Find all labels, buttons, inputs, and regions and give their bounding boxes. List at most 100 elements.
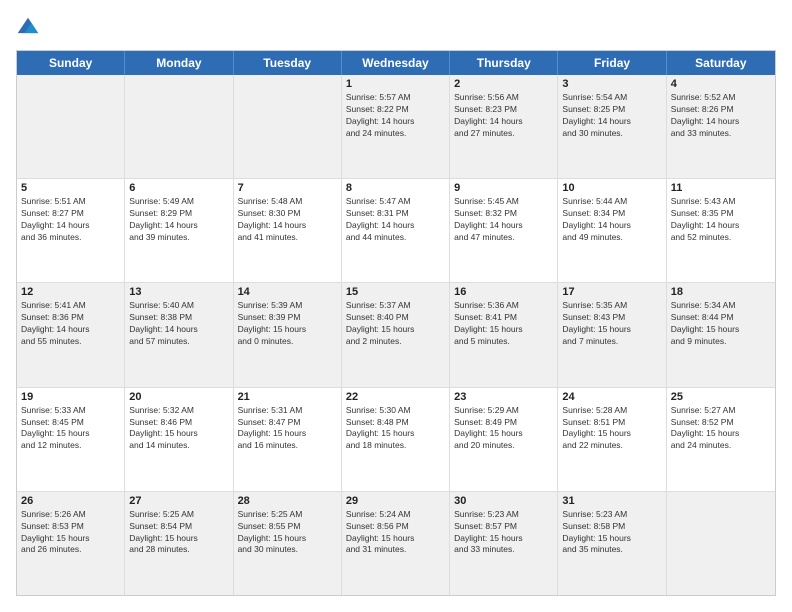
day-info: Sunrise: 5:48 AM Sunset: 8:30 PM Dayligh… xyxy=(238,196,337,244)
day-info: Sunrise: 5:43 AM Sunset: 8:35 PM Dayligh… xyxy=(671,196,771,244)
calendar-row-3: 19 Sunrise: 5:33 AM Sunset: 8:45 PM Dayli… xyxy=(17,387,775,491)
calendar-cell-row0-col6: 4 Sunrise: 5:52 AM Sunset: 8:26 PM Daylig… xyxy=(667,75,775,178)
day-info: Sunrise: 5:52 AM Sunset: 8:26 PM Dayligh… xyxy=(671,92,771,140)
day-info: Sunrise: 5:41 AM Sunset: 8:36 PM Dayligh… xyxy=(21,300,120,348)
day-number: 24 xyxy=(562,391,661,403)
day-number: 11 xyxy=(671,182,771,194)
day-info: Sunrise: 5:25 AM Sunset: 8:55 PM Dayligh… xyxy=(238,509,337,557)
logo-icon xyxy=(16,16,40,40)
day-number: 16 xyxy=(454,286,553,298)
day-info: Sunrise: 5:47 AM Sunset: 8:31 PM Dayligh… xyxy=(346,196,445,244)
day-number: 26 xyxy=(21,495,120,507)
day-info: Sunrise: 5:23 AM Sunset: 8:58 PM Dayligh… xyxy=(562,509,661,557)
calendar-cell-row3-col3: 22 Sunrise: 5:30 AM Sunset: 8:48 PM Dayli… xyxy=(342,388,450,491)
weekday-header-wednesday: Wednesday xyxy=(342,51,450,75)
day-number: 27 xyxy=(129,495,228,507)
day-info: Sunrise: 5:28 AM Sunset: 8:51 PM Dayligh… xyxy=(562,405,661,453)
weekday-header-saturday: Saturday xyxy=(667,51,775,75)
day-number: 12 xyxy=(21,286,120,298)
calendar-cell-row2-col3: 15 Sunrise: 5:37 AM Sunset: 8:40 PM Dayli… xyxy=(342,283,450,386)
day-info: Sunrise: 5:33 AM Sunset: 8:45 PM Dayligh… xyxy=(21,405,120,453)
day-number: 13 xyxy=(129,286,228,298)
day-number: 1 xyxy=(346,78,445,90)
day-info: Sunrise: 5:54 AM Sunset: 8:25 PM Dayligh… xyxy=(562,92,661,140)
weekday-header-sunday: Sunday xyxy=(17,51,125,75)
day-info: Sunrise: 5:49 AM Sunset: 8:29 PM Dayligh… xyxy=(129,196,228,244)
day-number: 19 xyxy=(21,391,120,403)
calendar-cell-row4-col1: 27 Sunrise: 5:25 AM Sunset: 8:54 PM Dayli… xyxy=(125,492,233,595)
day-number: 4 xyxy=(671,78,771,90)
calendar-cell-row2-col2: 14 Sunrise: 5:39 AM Sunset: 8:39 PM Dayli… xyxy=(234,283,342,386)
calendar-cell-row4-col2: 28Sunrise: 5:25 AM Sunset: 8:55 PM Dayli… xyxy=(234,492,342,595)
calendar-cell-row2-col4: 16 Sunrise: 5:36 AM Sunset: 8:41 PM Dayli… xyxy=(450,283,558,386)
calendar-cell-row3-col2: 21 Sunrise: 5:31 AM Sunset: 8:47 PM Dayli… xyxy=(234,388,342,491)
calendar-cell-row3-col4: 23 Sunrise: 5:29 AM Sunset: 8:49 PM Dayli… xyxy=(450,388,558,491)
calendar-cell-row1-col1: 6 Sunrise: 5:49 AM Sunset: 8:29 PM Daylig… xyxy=(125,179,233,282)
calendar: SundayMondayTuesdayWednesdayThursdayFrid… xyxy=(16,50,776,596)
day-info: Sunrise: 5:34 AM Sunset: 8:44 PM Dayligh… xyxy=(671,300,771,348)
day-number: 30 xyxy=(454,495,553,507)
day-number: 7 xyxy=(238,182,337,194)
calendar-header: SundayMondayTuesdayWednesdayThursdayFrid… xyxy=(17,51,775,75)
calendar-cell-row0-col2 xyxy=(234,75,342,178)
day-number: 22 xyxy=(346,391,445,403)
day-info: Sunrise: 5:30 AM Sunset: 8:48 PM Dayligh… xyxy=(346,405,445,453)
day-number: 8 xyxy=(346,182,445,194)
day-number: 23 xyxy=(454,391,553,403)
calendar-cell-row0-col5: 3 Sunrise: 5:54 AM Sunset: 8:25 PM Daylig… xyxy=(558,75,666,178)
day-number: 3 xyxy=(562,78,661,90)
calendar-cell-row1-col0: 5Sunrise: 5:51 AM Sunset: 8:27 PM Daylig… xyxy=(17,179,125,282)
calendar-cell-row0-col1 xyxy=(125,75,233,178)
calendar-cell-row0-col3: 1 Sunrise: 5:57 AM Sunset: 8:22 PM Daylig… xyxy=(342,75,450,178)
calendar-cell-row1-col6: 11 Sunrise: 5:43 AM Sunset: 8:35 PM Dayli… xyxy=(667,179,775,282)
calendar-cell-row2-col5: 17Sunrise: 5:35 AM Sunset: 8:43 PM Dayli… xyxy=(558,283,666,386)
day-number: 25 xyxy=(671,391,771,403)
calendar-cell-row4-col3: 29Sunrise: 5:24 AM Sunset: 8:56 PM Dayli… xyxy=(342,492,450,595)
day-info: Sunrise: 5:25 AM Sunset: 8:54 PM Dayligh… xyxy=(129,509,228,557)
day-number: 20 xyxy=(129,391,228,403)
weekday-header-friday: Friday xyxy=(558,51,666,75)
day-info: Sunrise: 5:29 AM Sunset: 8:49 PM Dayligh… xyxy=(454,405,553,453)
weekday-header-monday: Monday xyxy=(125,51,233,75)
day-info: Sunrise: 5:40 AM Sunset: 8:38 PM Dayligh… xyxy=(129,300,228,348)
calendar-cell-row2-col0: 12 Sunrise: 5:41 AM Sunset: 8:36 PM Dayli… xyxy=(17,283,125,386)
calendar-row-4: 26 Sunrise: 5:26 AM Sunset: 8:53 PM Dayli… xyxy=(17,491,775,595)
day-info: Sunrise: 5:37 AM Sunset: 8:40 PM Dayligh… xyxy=(346,300,445,348)
calendar-cell-row2-col6: 18 Sunrise: 5:34 AM Sunset: 8:44 PM Dayli… xyxy=(667,283,775,386)
calendar-cell-row1-col4: 9Sunrise: 5:45 AM Sunset: 8:32 PM Daylig… xyxy=(450,179,558,282)
calendar-cell-row1-col5: 10Sunrise: 5:44 AM Sunset: 8:34 PM Dayli… xyxy=(558,179,666,282)
calendar-cell-row3-col5: 24 Sunrise: 5:28 AM Sunset: 8:51 PM Dayli… xyxy=(558,388,666,491)
day-info: Sunrise: 5:27 AM Sunset: 8:52 PM Dayligh… xyxy=(671,405,771,453)
calendar-cell-row4-col0: 26 Sunrise: 5:26 AM Sunset: 8:53 PM Dayli… xyxy=(17,492,125,595)
calendar-cell-row4-col4: 30Sunrise: 5:23 AM Sunset: 8:57 PM Dayli… xyxy=(450,492,558,595)
day-info: Sunrise: 5:24 AM Sunset: 8:56 PM Dayligh… xyxy=(346,509,445,557)
calendar-cell-row4-col6 xyxy=(667,492,775,595)
day-info: Sunrise: 5:36 AM Sunset: 8:41 PM Dayligh… xyxy=(454,300,553,348)
calendar-row-0: 1 Sunrise: 5:57 AM Sunset: 8:22 PM Daylig… xyxy=(17,75,775,178)
day-info: Sunrise: 5:44 AM Sunset: 8:34 PM Dayligh… xyxy=(562,196,661,244)
day-info: Sunrise: 5:45 AM Sunset: 8:32 PM Dayligh… xyxy=(454,196,553,244)
calendar-cell-row0-col4: 2 Sunrise: 5:56 AM Sunset: 8:23 PM Daylig… xyxy=(450,75,558,178)
day-info: Sunrise: 5:26 AM Sunset: 8:53 PM Dayligh… xyxy=(21,509,120,557)
day-number: 17 xyxy=(562,286,661,298)
calendar-cell-row3-col6: 25 Sunrise: 5:27 AM Sunset: 8:52 PM Dayli… xyxy=(667,388,775,491)
day-number: 6 xyxy=(129,182,228,194)
calendar-cell-row3-col1: 20 Sunrise: 5:32 AM Sunset: 8:46 PM Dayli… xyxy=(125,388,233,491)
day-info: Sunrise: 5:32 AM Sunset: 8:46 PM Dayligh… xyxy=(129,405,228,453)
day-number: 5 xyxy=(21,182,120,194)
day-info: Sunrise: 5:39 AM Sunset: 8:39 PM Dayligh… xyxy=(238,300,337,348)
page: SundayMondayTuesdayWednesdayThursdayFrid… xyxy=(0,0,792,612)
day-info: Sunrise: 5:56 AM Sunset: 8:23 PM Dayligh… xyxy=(454,92,553,140)
day-number: 2 xyxy=(454,78,553,90)
day-number: 14 xyxy=(238,286,337,298)
day-number: 15 xyxy=(346,286,445,298)
logo xyxy=(16,16,44,40)
calendar-cell-row1-col3: 8 Sunrise: 5:47 AM Sunset: 8:31 PM Daylig… xyxy=(342,179,450,282)
calendar-cell-row1-col2: 7 Sunrise: 5:48 AM Sunset: 8:30 PM Daylig… xyxy=(234,179,342,282)
day-number: 18 xyxy=(671,286,771,298)
calendar-cell-row4-col5: 31Sunrise: 5:23 AM Sunset: 8:58 PM Dayli… xyxy=(558,492,666,595)
page-header xyxy=(16,16,776,40)
day-info: Sunrise: 5:31 AM Sunset: 8:47 PM Dayligh… xyxy=(238,405,337,453)
day-info: Sunrise: 5:57 AM Sunset: 8:22 PM Dayligh… xyxy=(346,92,445,140)
day-number: 21 xyxy=(238,391,337,403)
